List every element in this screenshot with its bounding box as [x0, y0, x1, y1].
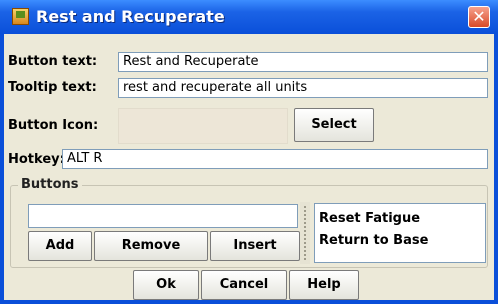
split-pane-divider[interactable] — [300, 202, 310, 264]
dialog-content: Button text: Rest and Recuperate Tooltip… — [4, 34, 494, 300]
list-item[interactable]: Reset Fatigue — [319, 208, 485, 230]
title-bar[interactable]: Rest and Recuperate ✕ — [0, 0, 498, 34]
window-bottom-border — [0, 300, 498, 304]
tooltip-text-input[interactable]: rest and recuperate all units — [118, 78, 488, 98]
button-icon-label: Button Icon: — [8, 118, 99, 133]
buttons-list[interactable]: Reset Fatigue Return to Base — [314, 203, 486, 263]
cancel-button[interactable]: Cancel — [201, 270, 287, 300]
insert-button[interactable]: Insert — [210, 231, 300, 261]
button-text-label: Button text: — [8, 54, 98, 69]
help-button[interactable]: Help — [289, 270, 359, 300]
button-text-input[interactable]: Rest and Recuperate — [118, 52, 488, 72]
buttons-group-title: Buttons — [18, 177, 82, 192]
new-button-input[interactable] — [28, 204, 298, 228]
tooltip-text-label: Tooltip text: — [8, 80, 97, 95]
button-icon-preview — [118, 108, 288, 144]
list-item[interactable]: Return to Base — [319, 230, 485, 252]
close-button[interactable]: ✕ — [468, 6, 490, 28]
java-cup-icon — [12, 8, 29, 25]
remove-button[interactable]: Remove — [94, 231, 208, 261]
add-button[interactable]: Add — [28, 231, 92, 261]
window-title: Rest and Recuperate — [36, 7, 225, 26]
select-button[interactable]: Select — [294, 108, 374, 142]
hotkey-label: Hotkey: — [8, 152, 65, 167]
dialog-window: Rest and Recuperate ✕ Button text: Rest … — [0, 0, 498, 304]
hotkey-input[interactable]: ALT R — [62, 149, 488, 169]
close-icon: ✕ — [472, 7, 486, 26]
ok-button[interactable]: Ok — [133, 270, 199, 300]
